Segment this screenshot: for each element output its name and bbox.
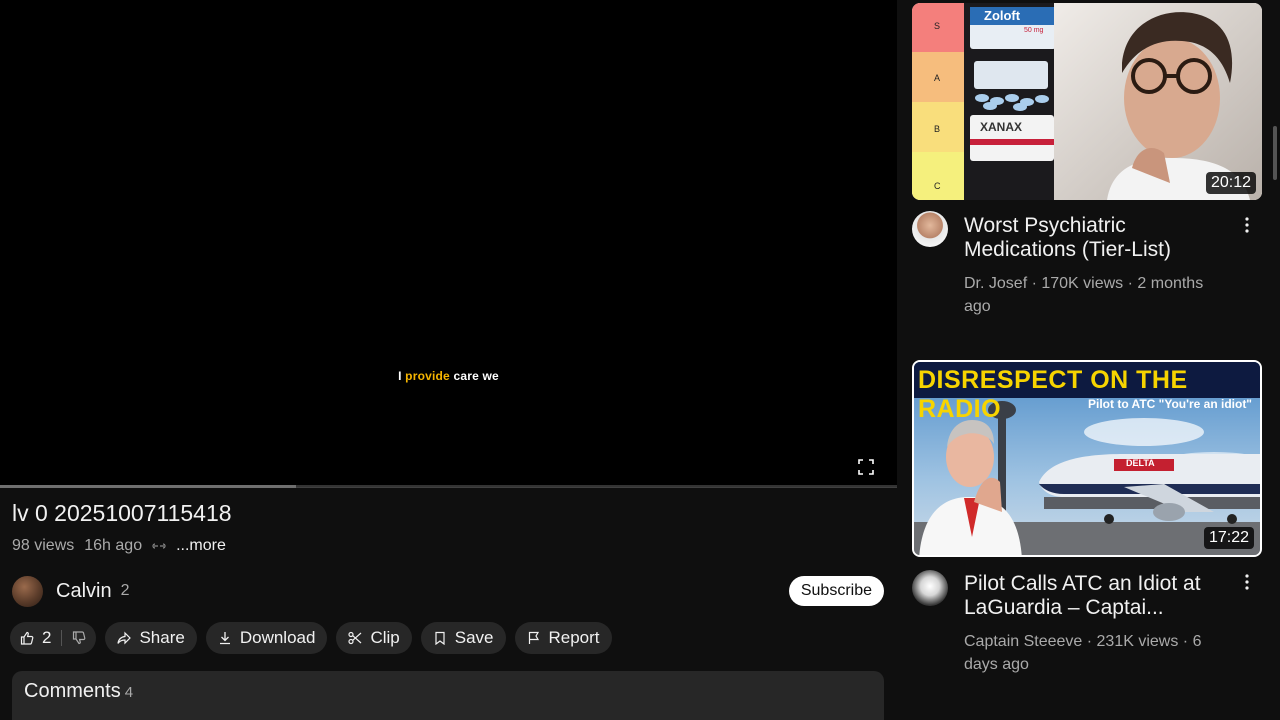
link-icon bbox=[152, 543, 166, 549]
scrollbar[interactable] bbox=[1273, 126, 1277, 180]
thumbs-down-icon[interactable] bbox=[72, 631, 86, 645]
flag-icon bbox=[528, 631, 539, 644]
save-button[interactable]: Save bbox=[420, 622, 506, 654]
thumb-livery: DELTA bbox=[1126, 458, 1155, 468]
related-videos: S A B C Zoloft 50 mg XANAX 20:12 Worst P… bbox=[897, 0, 1280, 720]
bookmark-icon bbox=[435, 631, 445, 645]
report-label: Report bbox=[548, 628, 600, 647]
thumb-headline: DISRESPECT ON THE RADIO bbox=[918, 366, 1188, 423]
comments-header: Comments 4 bbox=[24, 680, 133, 703]
more-actions-icon[interactable] bbox=[1243, 573, 1251, 591]
related-video-thumbnail[interactable]: S A B C Zoloft 50 mg XANAX 20:12 bbox=[912, 3, 1262, 200]
related-video-title[interactable]: Worst Psychiatric Medications (Tier-List… bbox=[964, 214, 1234, 262]
share-icon bbox=[117, 631, 132, 645]
thumb-subline: Pilot to ATC "You're an idiot" bbox=[1088, 397, 1252, 411]
subscribe-button[interactable]: Subscribe bbox=[788, 576, 884, 606]
view-count: 98 views bbox=[12, 537, 75, 554]
like-dislike-group: 2 bbox=[10, 622, 97, 654]
video-duration: 17:22 bbox=[1203, 527, 1254, 549]
clip-button[interactable]: Clip bbox=[336, 622, 412, 654]
like-count[interactable]: 2 bbox=[42, 628, 51, 648]
fullscreen-icon[interactable] bbox=[858, 459, 874, 475]
comments-count: 4 bbox=[124, 684, 134, 701]
comments-panel[interactable]: Comments 4 bbox=[12, 671, 884, 720]
video-player[interactable]: I provide care we bbox=[0, 0, 897, 488]
video-title: lv 0 20251007115418 bbox=[12, 500, 232, 526]
related-video-meta: Captain Steeeve · 231K views · 6 days ag… bbox=[964, 633, 1202, 673]
caption-text-after: care we bbox=[449, 369, 499, 383]
subtitle-caption: I provide care we bbox=[0, 369, 897, 383]
related-video-title[interactable]: Pilot Calls ATC an Idiot at LaGuardia – … bbox=[964, 572, 1234, 620]
tier-list-thumbnail-art bbox=[912, 3, 1262, 200]
progress-bar-fill bbox=[0, 485, 296, 488]
action-bar: 2 Share Download Clip Save Report bbox=[10, 622, 612, 654]
channel-avatar[interactable] bbox=[12, 575, 43, 607]
download-label: Download bbox=[239, 628, 316, 647]
related-channel-avatar[interactable] bbox=[912, 570, 948, 606]
download-icon bbox=[219, 632, 230, 645]
report-button[interactable]: Report bbox=[514, 622, 612, 654]
thumb-text-dose: 50 mg bbox=[1024, 27, 1044, 34]
related-video-meta: Dr. Josef · 170K views · 2 months ago bbox=[964, 275, 1204, 315]
tier-s-label: S bbox=[934, 21, 941, 31]
tier-c-label: C bbox=[934, 181, 941, 191]
main-column: I provide care we lv 0 20251007115418 98… bbox=[0, 0, 897, 720]
save-label: Save bbox=[454, 628, 494, 647]
related-channel-avatar[interactable] bbox=[912, 211, 948, 247]
more-actions-icon[interactable] bbox=[1243, 216, 1251, 234]
caption-text-highlight: provide bbox=[405, 369, 450, 383]
video-meta[interactable]: 98 views 16h ago ...more bbox=[12, 537, 226, 555]
tier-a-label: A bbox=[934, 73, 941, 83]
thumb-text-xanax: XANAX bbox=[980, 120, 1023, 134]
share-button[interactable]: Share bbox=[105, 622, 197, 654]
channel-name[interactable]: Calvin bbox=[56, 580, 112, 603]
thumbs-up-icon[interactable] bbox=[20, 631, 34, 645]
thumb-text-zoloft: Zoloft bbox=[984, 8, 1021, 23]
more-link[interactable]: ...more bbox=[176, 537, 226, 555]
subscriber-count: 2 bbox=[120, 582, 130, 599]
download-button[interactable]: Download bbox=[205, 622, 328, 654]
scissors-icon bbox=[348, 631, 362, 645]
tier-b-label: B bbox=[934, 124, 941, 134]
share-label: Share bbox=[139, 628, 185, 647]
video-duration: 20:12 bbox=[1205, 172, 1256, 194]
comments-title: Comments bbox=[24, 680, 121, 702]
upload-age: 16h ago bbox=[84, 537, 143, 554]
progress-bar[interactable] bbox=[0, 485, 897, 488]
clip-label: Clip bbox=[370, 628, 400, 647]
channel-row: Calvin 2 Subscribe bbox=[12, 575, 884, 607]
related-video-thumbnail[interactable]: DISRESPECT ON THE RADIO Pilot to ATC "Yo… bbox=[912, 360, 1262, 557]
like-divider bbox=[61, 630, 63, 646]
